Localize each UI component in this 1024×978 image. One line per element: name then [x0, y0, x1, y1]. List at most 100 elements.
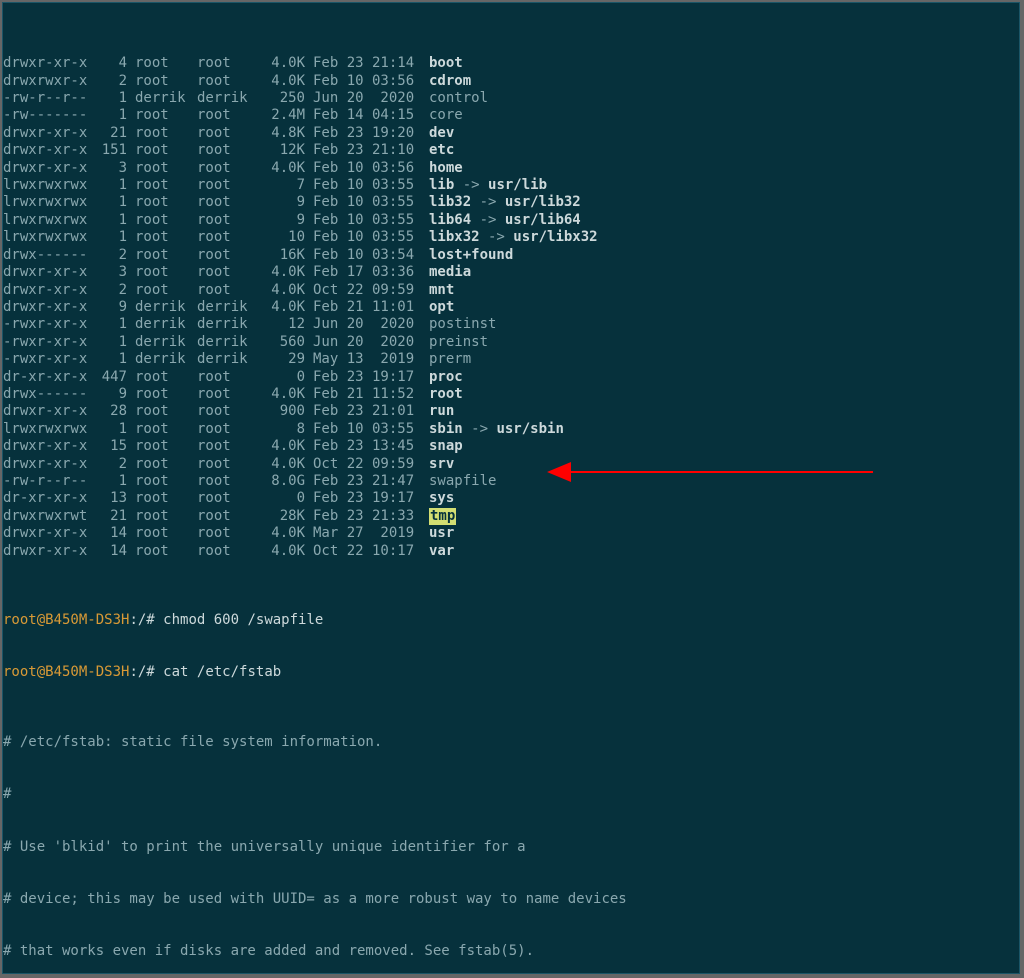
date: Jun 20 2020	[313, 316, 429, 333]
perms: -rw-------	[3, 107, 89, 124]
file-name: proc	[429, 369, 463, 386]
link-count: 1	[89, 334, 135, 351]
link-count: 1	[89, 177, 135, 194]
owner: derrik	[135, 351, 197, 368]
date: Oct 22 09:59	[313, 456, 429, 473]
link-count: 447	[89, 369, 135, 386]
group: root	[197, 421, 259, 438]
perms: drwxr-xr-x	[3, 125, 89, 142]
size: 4.0K	[259, 160, 313, 177]
ls-row: lrwxrwxrwx1rootroot9Feb 10 03:55lib32 ->…	[3, 194, 1019, 211]
group: root	[197, 194, 259, 211]
date: Feb 10 03:55	[313, 229, 429, 246]
link-count: 1	[89, 316, 135, 333]
date: Feb 23 13:45	[313, 438, 429, 455]
symlink-target: usr/lib	[488, 177, 547, 194]
fstab-line: # device; this may be used with UUID= as…	[3, 891, 1019, 908]
perms: -rw-r--r--	[3, 473, 89, 490]
group: root	[197, 282, 259, 299]
owner: derrik	[135, 316, 197, 333]
perms: lrwxrwxrwx	[3, 194, 89, 211]
group: root	[197, 160, 259, 177]
perms: drwxr-xr-x	[3, 438, 89, 455]
owner: root	[135, 177, 197, 194]
date: Feb 10 03:55	[313, 177, 429, 194]
ls-row: drwxr-xr-x14rootroot4.0KMar 27 2019usr	[3, 525, 1019, 542]
owner: derrik	[135, 334, 197, 351]
ls-output: drwxr-xr-x4rootroot4.0KFeb 23 21:14bootd…	[3, 55, 1019, 560]
group: root	[197, 403, 259, 420]
size: 7	[259, 177, 313, 194]
owner: root	[135, 247, 197, 264]
group: derrik	[197, 334, 259, 351]
size: 4.8K	[259, 125, 313, 142]
date: Feb 21 11:01	[313, 299, 429, 316]
symlink-target: usr/lib64	[505, 212, 581, 229]
group: derrik	[197, 316, 259, 333]
date: Feb 14 04:15	[313, 107, 429, 124]
link-count: 13	[89, 490, 135, 507]
ls-row: drwxr-xr-x3rootroot4.0KFeb 10 03:56home	[3, 160, 1019, 177]
owner: derrik	[135, 90, 197, 107]
file-name: postinst	[429, 316, 496, 333]
date: Feb 23 21:10	[313, 142, 429, 159]
ls-row: -rw-r--r--1rootroot8.0GFeb 23 21:47swapf…	[3, 473, 1019, 490]
fstab-line: #	[3, 786, 1019, 803]
file-name: dev	[429, 125, 454, 142]
perms: drwxr-xr-x	[3, 55, 89, 72]
link-count: 9	[89, 386, 135, 403]
symlink-target: usr/sbin	[496, 421, 563, 438]
file-name: var	[429, 543, 454, 560]
perms: dr-xr-xr-x	[3, 369, 89, 386]
size: 9	[259, 194, 313, 211]
owner: root	[135, 55, 197, 72]
group: derrik	[197, 299, 259, 316]
ls-row: drwxrwxrwt21rootroot28KFeb 23 21:33tmp	[3, 508, 1019, 525]
size: 29	[259, 351, 313, 368]
date: Feb 10 03:55	[313, 194, 429, 211]
perms: lrwxrwxrwx	[3, 177, 89, 194]
size: 4.0K	[259, 73, 313, 90]
file-name: lib32	[429, 194, 471, 211]
owner: root	[135, 212, 197, 229]
group: root	[197, 490, 259, 507]
group: root	[197, 369, 259, 386]
perms: drwxr-xr-x	[3, 299, 89, 316]
size: 2.4M	[259, 107, 313, 124]
symlink-arrow: ->	[480, 229, 514, 246]
ls-row: drwxr-xr-x4rootroot4.0KFeb 23 21:14boot	[3, 55, 1019, 72]
prompt-cat: root@B450M-DS3H:/# cat /etc/fstab	[3, 664, 1019, 681]
size: 4.0K	[259, 386, 313, 403]
file-name: core	[429, 107, 463, 124]
link-count: 4	[89, 55, 135, 72]
date: Feb 23 19:17	[313, 490, 429, 507]
file-name: usr	[429, 525, 454, 542]
date: Feb 23 21:33	[313, 508, 429, 525]
link-count: 3	[89, 160, 135, 177]
link-count: 21	[89, 508, 135, 525]
fstab-line: # /etc/fstab: static file system informa…	[3, 734, 1019, 751]
date: Feb 23 19:20	[313, 125, 429, 142]
date: Oct 22 09:59	[313, 282, 429, 299]
owner: root	[135, 421, 197, 438]
file-name: cdrom	[429, 73, 471, 90]
file-name: lib	[429, 177, 454, 194]
perms: drwxr-xr-x	[3, 160, 89, 177]
date: Feb 10 03:55	[313, 212, 429, 229]
file-name: snap	[429, 438, 463, 455]
link-count: 2	[89, 247, 135, 264]
owner: root	[135, 160, 197, 177]
group: root	[197, 508, 259, 525]
link-count: 15	[89, 438, 135, 455]
link-count: 1	[89, 194, 135, 211]
group: root	[197, 543, 259, 560]
size: 4.0K	[259, 438, 313, 455]
ls-row: drwx------9rootroot4.0KFeb 21 11:52root	[3, 386, 1019, 403]
size: 0	[259, 490, 313, 507]
perms: -rwxr-xr-x	[3, 334, 89, 351]
date: May 13 2019	[313, 351, 429, 368]
ls-row: drwxr-xr-x21rootroot4.8KFeb 23 19:20dev	[3, 125, 1019, 142]
terminal-window[interactable]: drwxr-xr-x4rootroot4.0KFeb 23 21:14bootd…	[2, 2, 1020, 974]
ls-row: drwxr-xr-x28rootroot900Feb 23 21:01run	[3, 403, 1019, 420]
group: root	[197, 177, 259, 194]
